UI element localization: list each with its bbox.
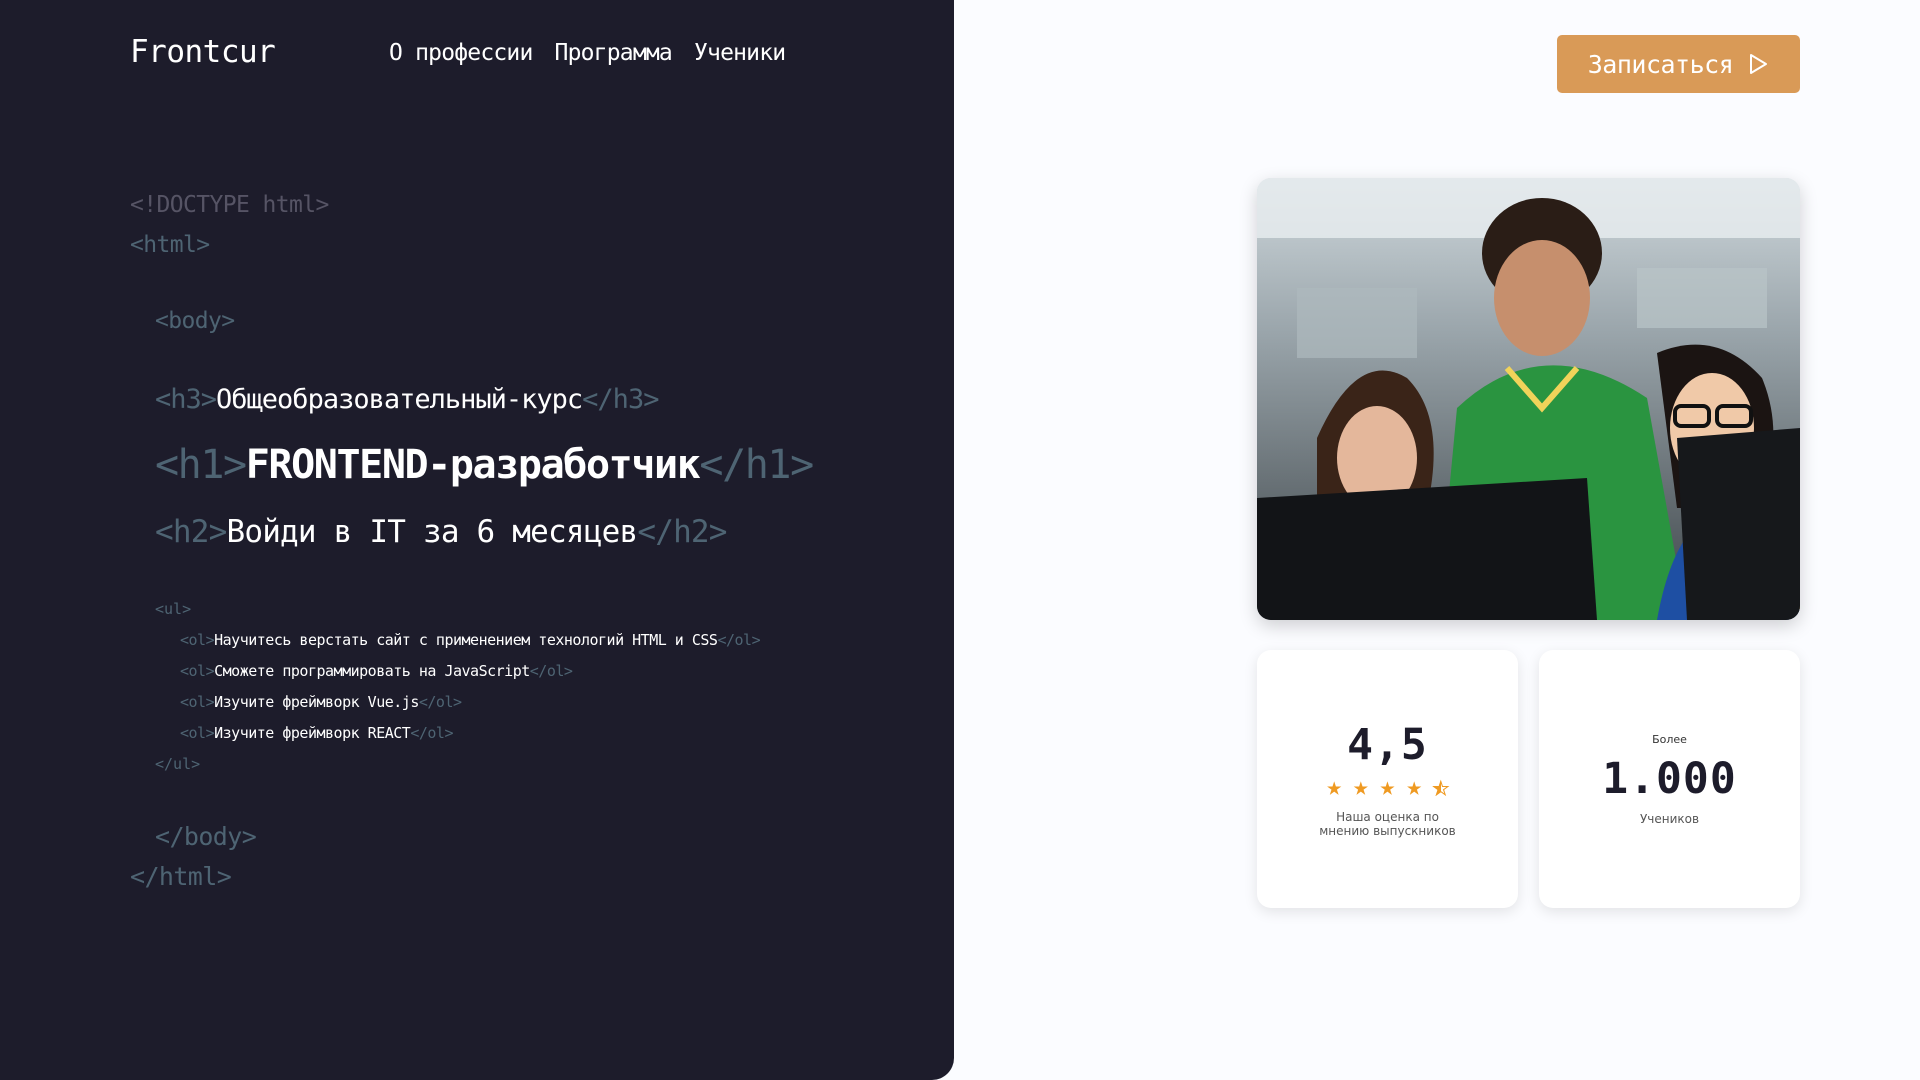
rating-card: 4,5 ★ ★ ★ ★ ★ Наша оценка по мнению выпу… xyxy=(1257,650,1518,908)
nav-item-program[interactable]: Программа xyxy=(555,40,673,66)
main-nav: О профессии Программа Ученики xyxy=(389,40,786,66)
students-caption: Учеников xyxy=(1639,811,1700,826)
feature-list-item: <ol>Сможете программировать на JavaScrip… xyxy=(180,662,573,680)
code-ul-open: <ul> xyxy=(155,600,192,618)
ol-close-tag: </ol> xyxy=(410,724,453,742)
nav-item-about[interactable]: О профессии xyxy=(389,40,533,66)
code-html-open: <html> xyxy=(130,232,210,258)
ol-open-tag: <ol> xyxy=(180,662,215,680)
enroll-button[interactable]: Записаться xyxy=(1557,35,1800,93)
feature-list-item: <ol>Изучите фреймворк REACT</ol> xyxy=(180,724,453,742)
course-type-line: <h3>Общеобразовательный-курс</h3> xyxy=(155,384,659,415)
logo[interactable]: Frontcur xyxy=(130,34,276,70)
nav-item-students[interactable]: Ученики xyxy=(694,40,786,66)
hero-subtitle-line: <h2>Войди в IT за 6 месяцев</h2> xyxy=(155,514,727,550)
ol-close-tag: </ol> xyxy=(418,693,462,711)
star-icon: ★ xyxy=(1326,772,1343,802)
code-body-open: <body> xyxy=(155,308,235,334)
half-star-icon: ★ xyxy=(1432,772,1449,802)
code-html-close: </html> xyxy=(130,862,232,891)
course-type: Общеобразовательный-курс xyxy=(216,384,583,415)
code-doctype: <!DOCTYPE html> xyxy=(130,192,329,218)
h3-close-tag: </h3> xyxy=(582,384,659,415)
rating-stars: ★ ★ ★ ★ ★ xyxy=(1326,772,1449,802)
h1-close-tag: </h1> xyxy=(699,442,814,488)
rating-caption-line1: Наша оценка по xyxy=(1336,810,1439,824)
students-card: Более 1.000 Учеников xyxy=(1539,650,1800,908)
h2-close-tag: </h2> xyxy=(637,514,727,550)
h2-open-tag: <h2> xyxy=(155,514,227,550)
star-icon: ★ xyxy=(1353,772,1369,802)
hero-title-line: <h1>FRONTEND-разработчик</h1> xyxy=(155,442,814,488)
ol-open-tag: <ol> xyxy=(180,693,215,711)
feature-text: Изучите фреймворк Vue.js xyxy=(214,693,419,711)
students-photo-illustration xyxy=(1257,178,1800,620)
hero-subtitle: Войди в IT за 6 месяцев xyxy=(226,514,638,550)
feature-text: Научитесь верстать сайт с применением те… xyxy=(214,631,718,649)
code-ul-close: </ul> xyxy=(155,755,201,773)
students-count: 1.000 xyxy=(1602,753,1737,804)
hero-title: FRONTEND-разработчик xyxy=(245,442,701,488)
students-photo xyxy=(1257,178,1800,620)
ol-close-tag: </ol> xyxy=(717,631,761,649)
star-icon: ★ xyxy=(1379,772,1396,802)
h3-open-tag: <h3> xyxy=(155,384,217,415)
rating-value: 4,5 xyxy=(1347,720,1428,770)
ol-open-tag: <ol> xyxy=(180,724,215,742)
feature-text: Сможете программировать на JavaScript xyxy=(214,662,530,680)
ol-close-tag: </ol> xyxy=(529,662,573,680)
play-arrow-icon xyxy=(1750,54,1768,74)
rating-caption-line2: мнению выпускников xyxy=(1319,824,1456,838)
feature-list-item: <ol>Научитесь верстать сайт с применение… xyxy=(180,631,761,649)
h1-open-tag: <h1> xyxy=(155,442,247,488)
rating-caption: Наша оценка по мнению выпускников xyxy=(1319,810,1456,838)
code-body-close: </body> xyxy=(155,822,257,851)
feature-text: Изучите фреймворк REACT xyxy=(214,724,411,742)
students-prefix: Более xyxy=(1652,732,1687,746)
feature-list-item: <ol>Изучите фреймворк Vue.js</ol> xyxy=(180,693,462,711)
enroll-button-label: Записаться xyxy=(1587,49,1734,79)
star-icon: ★ xyxy=(1406,772,1422,802)
ol-open-tag: <ol> xyxy=(180,631,215,649)
